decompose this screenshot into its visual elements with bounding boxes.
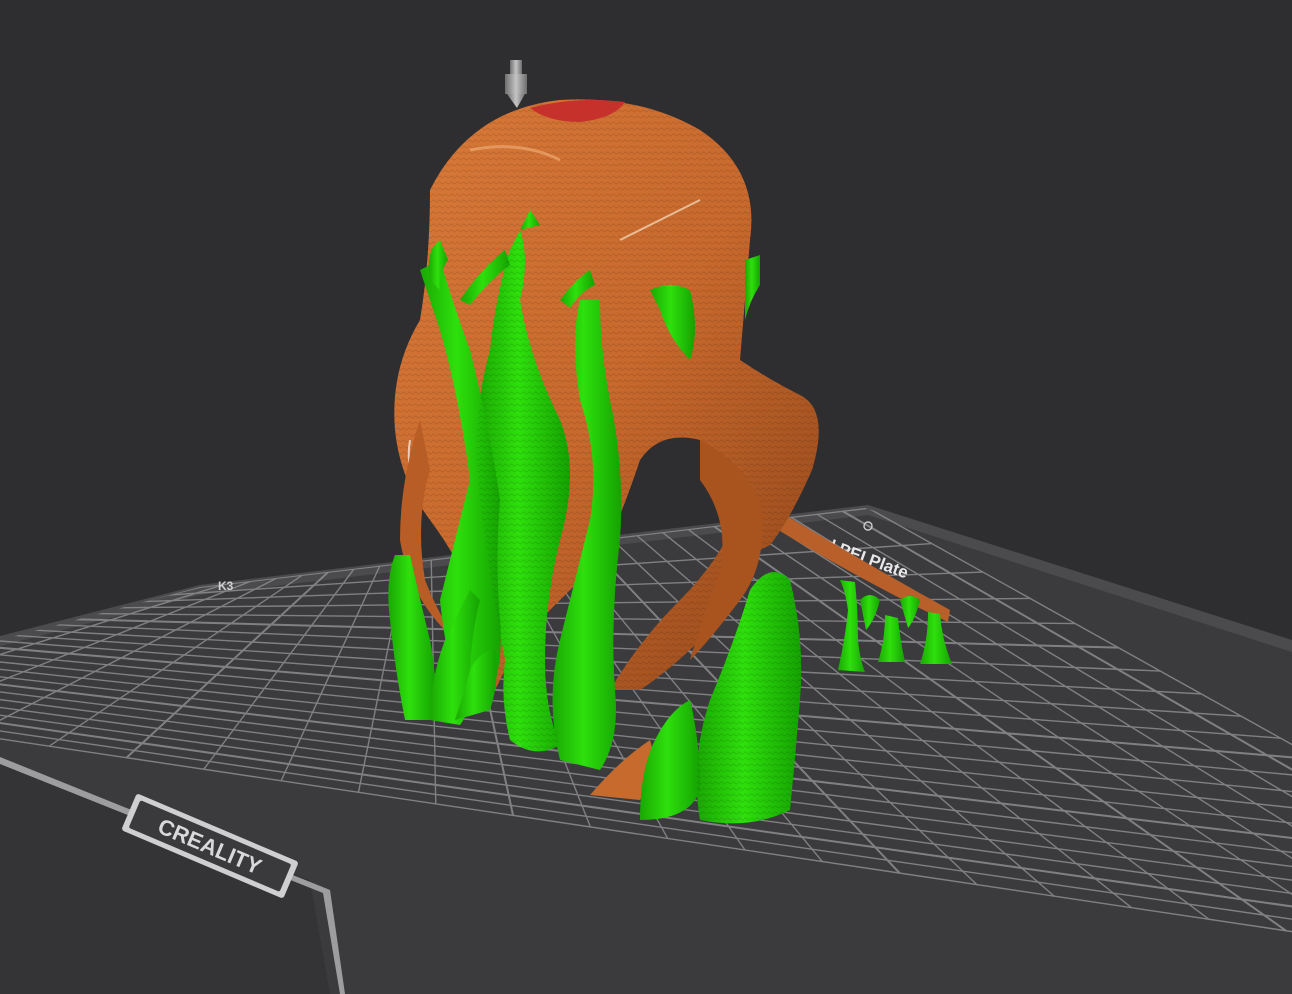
plate-corner-logo-text: K3 — [218, 579, 234, 593]
plate-corner-logo: K3 — [218, 579, 234, 593]
nozzle-icon — [505, 60, 527, 108]
3d-viewport[interactable]: CREALITY ured PEI Plate K3 — [0, 0, 1292, 994]
scene-canvas[interactable]: CREALITY ured PEI Plate K3 — [0, 0, 1292, 994]
